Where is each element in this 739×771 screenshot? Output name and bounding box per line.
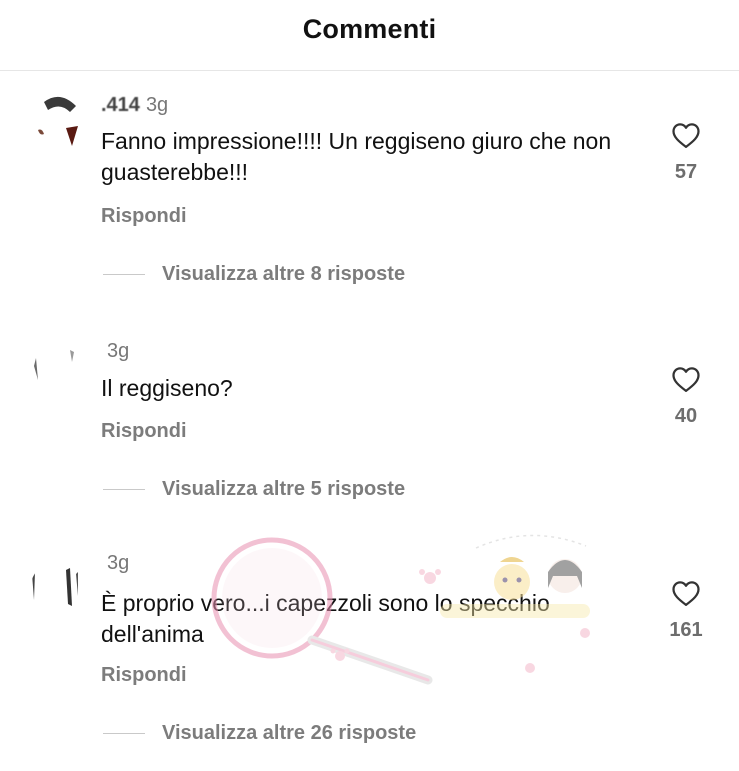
replies-divider	[103, 488, 145, 491]
comment-text: Fanno impressione!!!! Un reggiseno giuro…	[101, 128, 612, 185]
like-count: 40	[674, 405, 698, 427]
view-replies-link[interactable]: Visualizza altre 26 risposte	[103, 722, 416, 745]
like-count: 161	[669, 619, 703, 641]
avatar-image	[30, 92, 90, 152]
view-replies-label: Visualizza altre 5 risposte	[162, 478, 406, 500]
comment-username[interactable]: .414	[101, 94, 140, 116]
reply-button[interactable]: Rispondi	[101, 420, 187, 443]
reply-button[interactable]: Rispondi	[101, 205, 187, 228]
like-group: 40	[660, 365, 712, 428]
view-replies-label: Visualizza altre 26 risposte	[162, 722, 417, 744]
view-replies-link[interactable]: Visualizza altre 5 risposte	[103, 478, 405, 501]
like-count: 57	[674, 161, 698, 183]
view-replies-label: Visualizza altre 8 risposte	[162, 263, 406, 285]
like-group: 161	[660, 579, 712, 642]
reply-button[interactable]: Rispondi	[101, 664, 187, 687]
replies-divider	[103, 273, 145, 276]
comment-text: Il reggiseno?	[101, 375, 233, 401]
heart-outline-icon[interactable]	[671, 365, 701, 393]
like-group: 57	[660, 121, 712, 184]
avatar-image	[30, 560, 90, 620]
avatar[interactable]	[30, 560, 90, 620]
comment-time: 3g	[107, 340, 130, 362]
comments-header: Commenti	[0, 0, 739, 71]
comment-time: 3g	[107, 552, 130, 574]
page-title: Commenti	[302, 14, 437, 44]
comment-time: 3g	[145, 94, 169, 116]
view-replies-link[interactable]: Visualizza altre 8 risposte	[103, 263, 405, 286]
replies-divider	[103, 732, 145, 735]
avatar[interactable]	[30, 92, 90, 152]
comment-text: È proprio vero...i capezzoli sono lo spe…	[101, 590, 550, 647]
avatar-image	[30, 340, 90, 400]
heart-outline-icon[interactable]	[671, 121, 701, 149]
heart-outline-icon[interactable]	[671, 579, 701, 607]
avatar[interactable]	[30, 340, 90, 400]
